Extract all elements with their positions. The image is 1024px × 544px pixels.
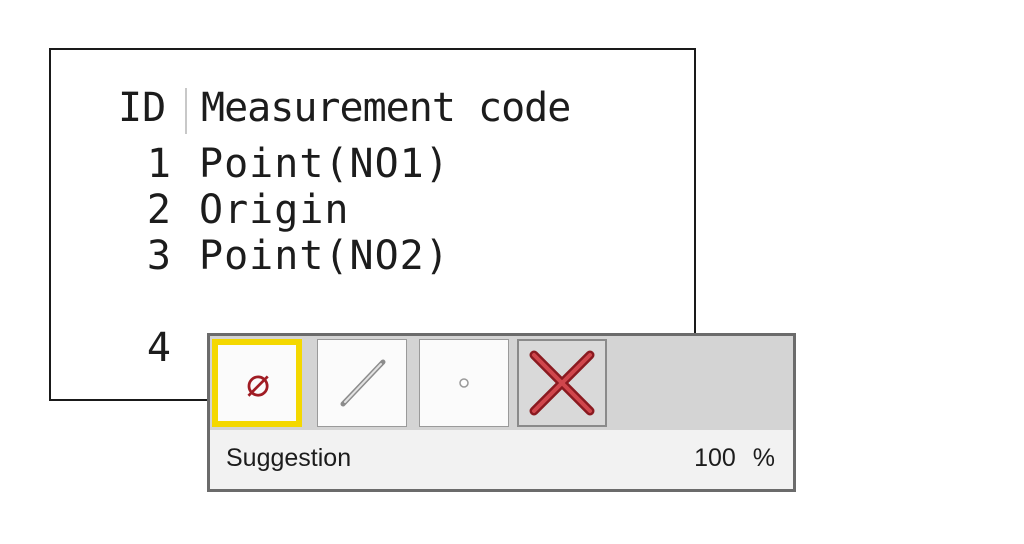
row-measurement-code: Origin xyxy=(199,187,350,233)
row-measurement-code: Point(NO1) xyxy=(199,141,450,187)
column-separator[interactable] xyxy=(185,88,187,134)
measurement-toolbar: ⌀ xyxy=(210,336,793,430)
point-icon xyxy=(459,378,469,388)
list-row[interactable]: 3 Point(NO2) xyxy=(51,234,694,278)
status-bar: Suggestion 100 % xyxy=(210,430,793,489)
point-tool-button[interactable] xyxy=(419,339,509,427)
cancel-tool-button[interactable] xyxy=(517,339,607,427)
suggestion-label: Suggestion xyxy=(226,444,352,472)
row-measurement-code: Point(NO2) xyxy=(199,233,450,279)
row-id: 4 xyxy=(146,325,171,371)
id-column-header: ID xyxy=(118,85,167,131)
list-row[interactable]: 1 Point(NO1) xyxy=(51,142,694,186)
suggestion-popup: ⌀ Suggestion 100 % xyxy=(207,333,796,492)
row-id: 3 xyxy=(146,233,171,279)
row-id: 1 xyxy=(146,141,171,187)
line-tool-button[interactable] xyxy=(317,339,407,427)
diameter-tool-button[interactable]: ⌀ xyxy=(212,339,302,427)
list-row[interactable]: 2 Origin xyxy=(51,188,694,232)
list-header: ID Measurement code xyxy=(51,50,694,134)
row-id: 2 xyxy=(146,187,171,233)
measurement-code-column-header: Measurement code xyxy=(201,85,571,131)
line-icon xyxy=(340,359,386,407)
diameter-icon: ⌀ xyxy=(244,360,270,406)
confidence-value: 100 % xyxy=(694,444,775,472)
close-icon xyxy=(529,350,595,416)
